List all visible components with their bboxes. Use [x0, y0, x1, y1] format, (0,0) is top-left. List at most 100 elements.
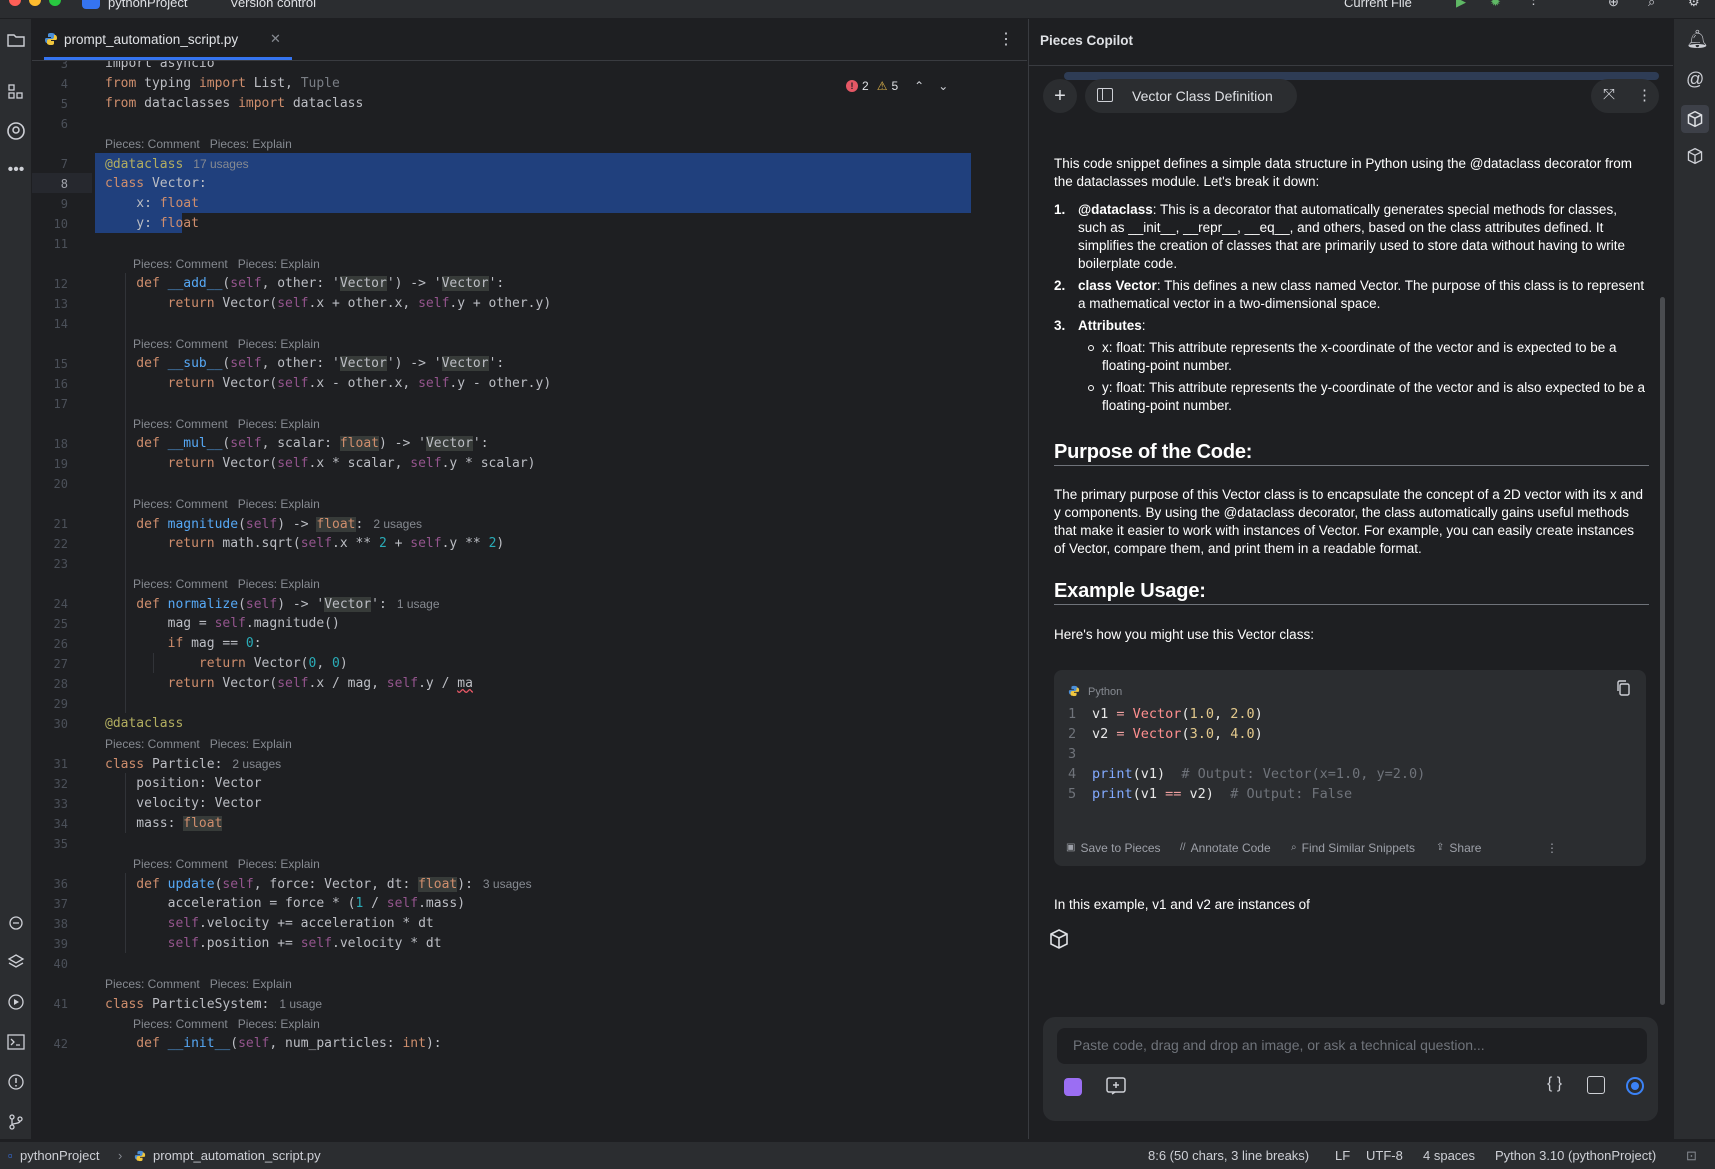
- indent-setting[interactable]: 4 spaces: [1423, 1148, 1475, 1163]
- status-project[interactable]: pythonProject: [20, 1148, 100, 1163]
- problems-icon[interactable]: [5, 1071, 27, 1093]
- pieces-explain-link[interactable]: Pieces: Explain: [210, 977, 292, 991]
- code-braces-icon[interactable]: { }: [1547, 1075, 1562, 1093]
- code-area[interactable]: ! 2 ⚠ 5 ⌃ ⌄ 3 import asyncio 4 from typing …: [32, 61, 1027, 1161]
- debug-icon[interactable]: ✹: [1490, 0, 1501, 10]
- status-file[interactable]: prompt_automation_script.py: [153, 1148, 321, 1163]
- code-line[interactable]: 36 def update(self, force: Vector, dt: f…: [32, 873, 1022, 895]
- structure-icon[interactable]: [5, 81, 27, 103]
- code-line[interactable]: 25 mag = self.magnitude(): [32, 613, 1022, 635]
- code-line[interactable]: 35: [32, 833, 1022, 855]
- code-line[interactable]: 28 return Vector(self.x / mag, self.y / …: [32, 673, 1022, 695]
- sidebar-toggle-icon[interactable]: [1097, 88, 1113, 102]
- code-line[interactable]: 8 class Vector:: [32, 173, 1022, 195]
- code-line[interactable]: 7 @dataclass 17 usages: [32, 153, 1022, 175]
- pieces-comment-link[interactable]: Pieces: Comment: [133, 497, 228, 511]
- ai-assistant-icon[interactable]: @: [1686, 69, 1704, 90]
- find-similar-button[interactable]: ⌕ Find Similar Snippets: [1291, 837, 1415, 859]
- pieces-explain-link[interactable]: Pieces: Explain: [238, 417, 320, 431]
- vcs-selector[interactable]: Version control: [230, 0, 316, 10]
- code-line[interactable]: 6: [32, 113, 1022, 135]
- code-line[interactable]: 40: [32, 953, 1022, 975]
- pieces-comment-link[interactable]: Pieces: Comment: [133, 1017, 228, 1031]
- code-line[interactable]: 10 y: float: [32, 213, 1022, 235]
- services-icon[interactable]: [5, 991, 27, 1013]
- pieces-comment-link[interactable]: Pieces: Comment: [133, 337, 228, 351]
- pieces-comment-link[interactable]: Pieces: Comment: [105, 737, 200, 751]
- code-line[interactable]: 34 mass: float: [32, 813, 1022, 835]
- code-line[interactable]: 29: [32, 693, 1022, 715]
- usage-count[interactable]: 1 usage: [279, 997, 322, 1011]
- notifications-icon[interactable]: 🔔︎: [1686, 29, 1709, 50]
- copy-icon[interactable]: [1616, 680, 1630, 696]
- chat-menu-icon[interactable]: ⋮: [1637, 86, 1652, 104]
- pieces-explain-link[interactable]: Pieces: Explain: [210, 137, 292, 151]
- git-icon[interactable]: [5, 1111, 27, 1133]
- settings-icon[interactable]: ⚙: [1688, 0, 1700, 10]
- code-line[interactable]: 39 self.position += self.velocity * dt: [32, 933, 1022, 955]
- python-interpreter[interactable]: Python 3.10 (pythonProject): [1495, 1148, 1656, 1163]
- code-line[interactable]: 26 if mag == 0:: [32, 633, 1022, 655]
- code-line[interactable]: 11: [32, 233, 1022, 255]
- code-line[interactable]: 22 return math.sqrt(self.x ** 2 + self.y…: [32, 533, 1022, 555]
- close-tab-icon[interactable]: ✕: [270, 31, 281, 47]
- pieces-explain-link[interactable]: Pieces: Explain: [238, 1017, 320, 1031]
- code-line[interactable]: 41 class ParticleSystem: 1 usage: [32, 993, 1022, 1015]
- model-selector-icon[interactable]: [1064, 1078, 1082, 1096]
- pieces-explain-link[interactable]: Pieces: Explain: [238, 497, 320, 511]
- code-line[interactable]: 5 from dataclasses import dataclass: [32, 93, 1022, 115]
- next-problem-icon[interactable]: ⌄: [938, 79, 948, 93]
- chat-input[interactable]: Paste code, drag and drop an image, or a…: [1057, 1028, 1647, 1064]
- pieces-explain-link[interactable]: Pieces: Explain: [210, 737, 292, 751]
- maximize-window-button[interactable]: [49, 0, 61, 6]
- code-line[interactable]: 33 velocity: Vector: [32, 793, 1022, 815]
- inspection-widget[interactable]: ! 2 ⚠ 5 ⌃ ⌄: [846, 79, 948, 93]
- caret-position[interactable]: 8:6 (50 chars, 3 line breaks): [1148, 1148, 1309, 1163]
- pieces-comment-link[interactable]: Pieces: Comment: [105, 137, 200, 151]
- code-line[interactable]: 24 def normalize(self) -> 'Vector': 1 usa…: [32, 593, 1022, 615]
- run-icon[interactable]: ▶: [1456, 0, 1466, 10]
- pieces-comment-link[interactable]: Pieces: Comment: [133, 857, 228, 871]
- chat-title-pill[interactable]: Vector Class Definition: [1085, 79, 1297, 113]
- code-line[interactable]: 23: [32, 553, 1022, 575]
- pieces-comment-link[interactable]: Pieces: Comment: [133, 257, 228, 271]
- project-folder-icon[interactable]: [5, 29, 27, 51]
- chat-scrollbar-thumb[interactable]: [1660, 297, 1665, 1005]
- code-line[interactable]: 16 return Vector(self.x - other.x, self.…: [32, 373, 1022, 395]
- prev-problem-icon[interactable]: ⌃: [914, 79, 924, 93]
- file-encoding[interactable]: UTF-8: [1366, 1148, 1403, 1163]
- code-line[interactable]: 38 self.velocity += acceleration * dt: [32, 913, 1022, 935]
- minimize-window-button[interactable]: [29, 0, 41, 6]
- code-line[interactable]: 12 def __add__(self, other: 'Vector') ->…: [32, 273, 1022, 295]
- code-line[interactable]: 42 def __init__(self, num_particles: int…: [32, 1033, 1022, 1055]
- pieces-drive-icon[interactable]: [1686, 147, 1704, 170]
- code-line[interactable]: 15 def __sub__(self, other: 'Vector') ->…: [32, 353, 1022, 375]
- pieces-explain-link[interactable]: Pieces: Explain: [238, 257, 320, 271]
- more-tools-icon[interactable]: •••: [5, 159, 27, 181]
- pieces-explain-link[interactable]: Pieces: Explain: [238, 577, 320, 591]
- code-line[interactable]: 31 class Particle: 2 usages: [32, 753, 1022, 775]
- usage-count[interactable]: 1 usage: [397, 597, 440, 611]
- pieces-explain-link[interactable]: Pieces: Explain: [238, 337, 320, 351]
- tab-options-icon[interactable]: ⋮: [998, 29, 1014, 49]
- terminal-icon[interactable]: [5, 1031, 27, 1053]
- usage-count[interactable]: 17 usages: [193, 157, 248, 171]
- save-to-pieces-button[interactable]: ▣ Save to Pieces: [1066, 837, 1161, 859]
- code-line[interactable]: 30 @dataclass: [32, 713, 1022, 735]
- code-line[interactable]: 32 position: Vector: [32, 773, 1022, 795]
- file-tab[interactable]: prompt_automation_script.py ✕: [44, 19, 292, 61]
- collapse-icon[interactable]: ⤧: [1603, 86, 1615, 103]
- code-line[interactable]: 14: [32, 313, 1022, 335]
- more-icon[interactable]: ⋮: [1527, 0, 1540, 8]
- new-chat-button[interactable]: +: [1043, 79, 1077, 113]
- search-icon[interactable]: ⌕: [1648, 0, 1655, 10]
- python-console-icon[interactable]: [5, 912, 27, 934]
- pieces-comment-link[interactable]: Pieces: Comment: [105, 977, 200, 991]
- code-line[interactable]: 18 def __mul__(self, scalar: float) -> '…: [32, 433, 1022, 455]
- usage-count[interactable]: 2 usages: [373, 517, 422, 531]
- line-separator[interactable]: LF: [1335, 1148, 1350, 1163]
- pieces-comment-link[interactable]: Pieces: Comment: [133, 417, 228, 431]
- screenshot-icon[interactable]: [1587, 1076, 1605, 1094]
- layers-icon[interactable]: [5, 951, 27, 973]
- code-line[interactable]: 17: [32, 393, 1022, 415]
